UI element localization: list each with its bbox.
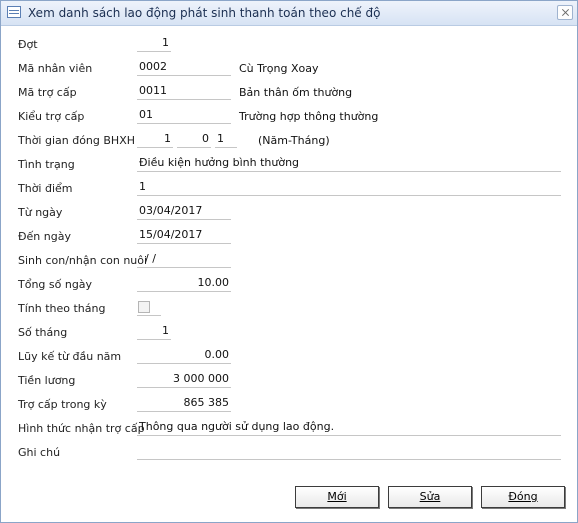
close-icon[interactable] [557, 5, 573, 20]
dot-label: Đợt [18, 38, 38, 51]
insurance-month-tens-field[interactable]: 0 [177, 132, 211, 148]
new-button[interactable]: Mới [295, 486, 379, 508]
status-field[interactable]: Điều kiện hưởng bình thường [137, 156, 561, 172]
allowance-name: Bản thân ốm thường [239, 86, 353, 99]
status-label: Tình trạng [18, 158, 75, 171]
ytd-field[interactable]: 0.00 [137, 348, 231, 364]
employee-code-field[interactable]: 0002 [137, 60, 231, 76]
monthly-calc-label: Tính theo tháng [18, 302, 106, 315]
months-label: Số tháng [18, 326, 68, 339]
to-date-label: Đến ngày [18, 230, 71, 243]
window-title: Xem danh sách lao động phát sinh thanh t… [28, 6, 381, 20]
to-date-field[interactable]: 15/04/2017 [137, 228, 231, 244]
table-icon [7, 6, 21, 18]
ytd-label: Lũy kế từ đầu năm [18, 350, 122, 363]
insurance-month-units-field[interactable]: 1 [215, 132, 237, 148]
from-date-field[interactable]: 03/04/2017 [137, 204, 231, 220]
employee-name: Cù Trọng Xoay [239, 62, 319, 75]
period-allowance-field[interactable]: 865 385 [137, 396, 231, 412]
total-days-label: Tổng số ngày [18, 278, 93, 291]
insurance-years-field[interactable]: 1 [137, 132, 173, 148]
monthly-calc-checkbox[interactable] [138, 301, 150, 313]
time-point-field[interactable]: 1 [137, 180, 561, 196]
dialog-window: Xem danh sách lao động phát sinh thanh t… [0, 0, 578, 523]
allowance-code-label: Mã trợ cấp [18, 86, 77, 99]
note-label: Ghi chú [18, 446, 61, 459]
allowance-type-field[interactable]: 01 [137, 108, 231, 124]
period-allowance-label: Trợ cấp trong kỳ [18, 398, 107, 411]
total-days-field[interactable]: 10.00 [137, 276, 231, 292]
close-button[interactable]: Đóng [481, 486, 565, 508]
allowance-type-name: Trường hợp thông thường [239, 110, 379, 123]
allowance-code-field[interactable]: 0011 [137, 84, 231, 100]
receive-method-field[interactable]: Thông qua người sử dụng lao động. [137, 420, 561, 436]
allowance-type-label: Kiểu trợ cấp [18, 110, 85, 123]
insurance-period-label: Thời gian đóng BHXH [18, 134, 136, 147]
childbirth-label: Sinh con/nhận con nuôi [18, 254, 148, 267]
title-bar: Xem danh sách lao động phát sinh thanh t… [1, 1, 577, 26]
months-field[interactable]: 1 [137, 324, 171, 340]
receive-method-label: Hình thức nhận trợ cấp [18, 422, 145, 435]
salary-label: Tiền lương [18, 374, 76, 387]
from-date-label: Từ ngày [18, 206, 63, 219]
note-field[interactable] [137, 444, 561, 460]
employee-code-label: Mã nhân viên [18, 62, 93, 75]
salary-field[interactable]: 3 000 000 [137, 372, 231, 388]
time-point-label: Thời điểm [18, 182, 73, 195]
childbirth-date-field[interactable]: / / [137, 252, 231, 268]
insurance-period-unit: (Năm-Tháng) [258, 134, 330, 147]
edit-button[interactable]: Sửa [388, 486, 472, 508]
dot-field[interactable]: 1 [137, 36, 171, 52]
checkbox-underline [137, 315, 161, 316]
